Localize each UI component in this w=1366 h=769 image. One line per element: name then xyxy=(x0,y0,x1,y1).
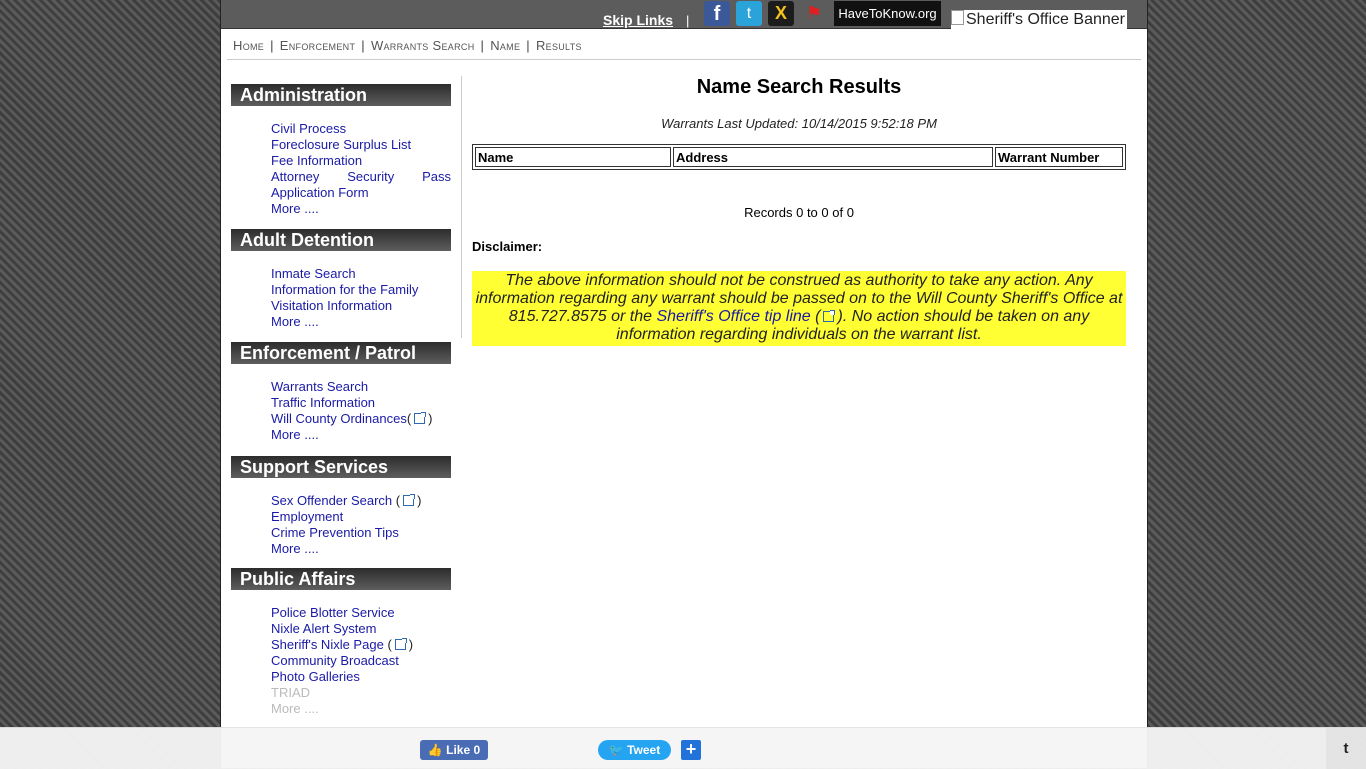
link-more-support[interactable]: More .... xyxy=(271,541,319,556)
link-employment[interactable]: Employment xyxy=(271,509,343,524)
section-title-enforcement-patrol: Enforcement / Patrol xyxy=(231,342,451,364)
link-police-blotter[interactable]: Police Blotter Service xyxy=(271,605,395,620)
link-community-broadcast[interactable]: Community Broadcast xyxy=(271,653,399,668)
link-warrants-search[interactable]: Warrants Search xyxy=(271,379,368,394)
attorney-word-cont: Application Form xyxy=(271,185,369,200)
column-header-warrant-number[interactable]: Warrant Number xyxy=(995,147,1123,167)
twitter-icon[interactable]: t xyxy=(736,1,762,26)
breadcrumb-warrants-search[interactable]: Warrants Search xyxy=(371,38,475,53)
section-title-public-affairs: Public Affairs xyxy=(231,568,451,590)
link-crime-prevention-tips[interactable]: Crime Prevention Tips xyxy=(271,525,399,540)
attorney-word-2: Security xyxy=(347,169,395,184)
attorney-word-3: Pass xyxy=(422,169,451,184)
page-title: Name Search Results xyxy=(696,76,902,98)
link-triad[interactable]: TRIAD xyxy=(271,685,310,700)
share-bar: 👍 Like 0 🐦 Tweet + t xyxy=(0,727,1366,769)
paren: ( xyxy=(387,637,392,652)
link-will-county-ordinances[interactable]: Will County Ordinances xyxy=(271,411,407,426)
attorney-word-1: Attorney xyxy=(271,169,320,184)
link-more-enforcement[interactable]: More .... xyxy=(271,427,319,442)
external-link-icon xyxy=(414,412,427,424)
top-bar: Skip Links | f t X ⚑ HaveToKnow.org Sher… xyxy=(221,0,1147,29)
breadcrumb-name[interactable]: Name xyxy=(490,38,520,53)
tip-line-link[interactable]: Sheriff's Office tip line xyxy=(656,308,810,325)
column-divider xyxy=(461,76,462,338)
facebook-icon[interactable]: f xyxy=(704,1,730,26)
sidebar: Administration Civil Process Foreclosure… xyxy=(231,84,451,717)
warrants-last-updated: Warrants Last Updated: 10/14/2015 9:52:1… xyxy=(661,116,937,131)
paren: ) xyxy=(408,637,414,652)
link-sheriffs-nixle-page[interactable]: Sheriff's Nixle Page xyxy=(271,637,384,652)
share-plus-button[interactable]: + xyxy=(681,740,701,760)
breadcrumb-divider xyxy=(227,59,1141,60)
link-photo-galleries[interactable]: Photo Galleries xyxy=(271,669,360,684)
breadcrumb-sep: | xyxy=(480,38,485,53)
enforcement-links: Warrants Search Traffic Information Will… xyxy=(271,379,451,443)
section-title-administration: Administration xyxy=(231,84,451,106)
flag-icon[interactable]: ⚑ xyxy=(801,1,827,26)
support-links: Sex Offender Search () Employment Crime … xyxy=(271,493,451,557)
facebook-like-button[interactable]: 👍 Like 0 xyxy=(420,740,488,760)
link-sex-offender-search[interactable]: Sex Offender Search xyxy=(271,493,392,508)
main-content: Name Search Results Warrants Last Update… xyxy=(472,76,1126,346)
disclaimer-label: Disclaimer: xyxy=(472,239,543,254)
external-link-icon xyxy=(403,494,416,506)
results-table: Name Address Warrant Number xyxy=(472,144,1126,170)
link-nixle-alert[interactable]: Nixle Alert System xyxy=(271,621,376,636)
section-title-adult-detention: Adult Detention xyxy=(231,229,451,251)
column-header-address[interactable]: Address xyxy=(673,147,993,167)
external-link-icon xyxy=(823,310,836,322)
page-container: Skip Links | f t X ⚑ HaveToKnow.org Sher… xyxy=(220,0,1148,768)
sheriff-banner-image: Sheriff's Office Banner xyxy=(951,10,1127,29)
paren: ( xyxy=(395,493,401,508)
link-foreclosure-surplus[interactable]: Foreclosure Surplus List xyxy=(271,137,411,152)
link-attorney-security-pass[interactable]: Attorney Security Pass Application Form xyxy=(271,169,451,200)
paren: ) xyxy=(417,493,422,508)
link-more-public-affairs[interactable]: More .... xyxy=(271,701,319,716)
section-title-support-services: Support Services xyxy=(231,456,451,478)
banner-alt-text: Sheriff's Office Banner xyxy=(966,11,1125,28)
administration-links: Civil Process Foreclosure Surplus List F… xyxy=(271,121,451,217)
skip-links[interactable]: Skip Links xyxy=(603,12,673,28)
disclaimer-box: The above information should not be cons… xyxy=(472,271,1126,346)
breadcrumb-results[interactable]: Results xyxy=(536,38,582,53)
havetoknow-link[interactable]: HaveToKnow.org xyxy=(834,1,941,26)
top-separator: | xyxy=(686,13,690,28)
tweet-button[interactable]: 🐦 Tweet xyxy=(598,740,671,760)
link-more-adult-detention[interactable]: More .... xyxy=(271,314,319,329)
t-button[interactable]: t xyxy=(1326,728,1366,769)
link-visitation-information[interactable]: Visitation Information xyxy=(271,298,392,313)
breadcrumb-enforcement[interactable]: Enforcement xyxy=(280,38,355,53)
link-family-information[interactable]: Information for the Family xyxy=(271,282,418,297)
breadcrumb-sep: | xyxy=(270,38,274,53)
external-link-icon xyxy=(394,638,407,650)
column-header-name[interactable]: Name xyxy=(475,147,671,167)
paren: ( xyxy=(815,308,821,325)
breadcrumb-home[interactable]: Home xyxy=(233,38,264,53)
adult-detention-links: Inmate Search Information for the Family… xyxy=(271,266,451,330)
link-inmate-search[interactable]: Inmate Search xyxy=(271,266,356,281)
breadcrumb-sep: | xyxy=(361,38,365,53)
broken-image-icon xyxy=(951,10,964,25)
breadcrumb: Home | Enforcement | Warrants Search | Name | Re… xyxy=(233,38,582,53)
link-more-administration[interactable]: More .... xyxy=(271,201,319,216)
link-fee-information[interactable]: Fee Information xyxy=(271,153,362,168)
table-header-row: Name Address Warrant Number xyxy=(475,147,1123,167)
records-count: Records 0 to 0 of 0 xyxy=(744,205,854,220)
breadcrumb-sep: | xyxy=(526,38,530,53)
nixle-icon[interactable]: X xyxy=(768,1,794,26)
link-civil-process[interactable]: Civil Process xyxy=(271,121,346,136)
paren: ( xyxy=(406,411,412,426)
public-affairs-links: Police Blotter Service Nixle Alert Syste… xyxy=(271,605,451,717)
link-traffic-information[interactable]: Traffic Information xyxy=(271,395,375,410)
paren: ) xyxy=(428,411,433,426)
